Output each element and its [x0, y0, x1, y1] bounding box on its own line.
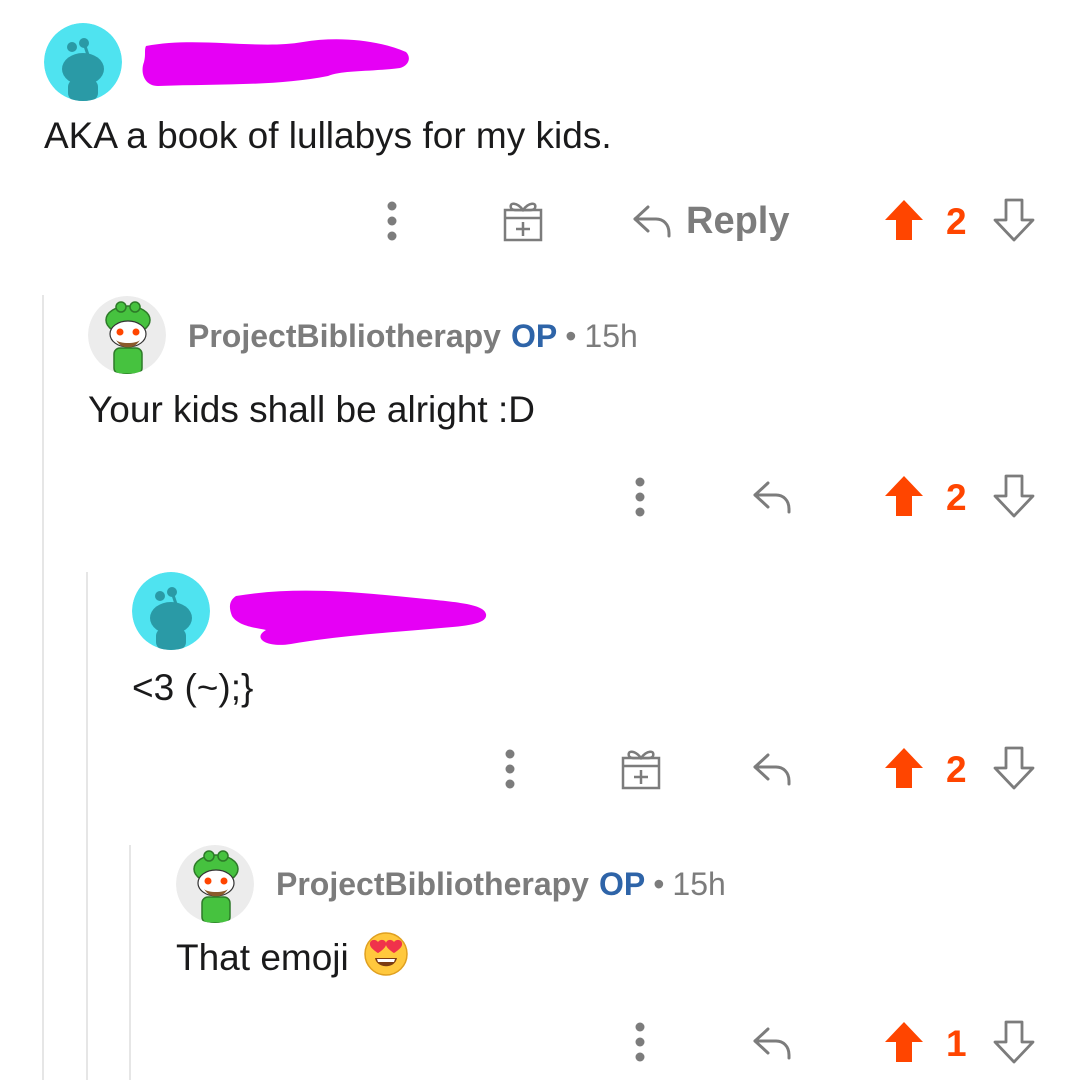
upvote-arrow-icon — [885, 748, 923, 788]
avatar[interactable] — [88, 296, 166, 374]
upvote-button[interactable] — [882, 745, 926, 791]
upvote-arrow-icon — [885, 476, 923, 516]
upvote-arrow-icon — [885, 200, 923, 240]
upvote-button[interactable] — [882, 197, 926, 243]
comment-body: AKA a book of lullabys for my kids. — [44, 115, 612, 156]
reply-arrow-icon — [633, 205, 671, 238]
vertical-dots-icon — [635, 477, 645, 517]
vertical-dots-icon — [505, 749, 515, 789]
thread-line-level-2[interactable] — [86, 572, 88, 1080]
vote-score: 1 — [946, 1023, 967, 1064]
more-options-button[interactable] — [370, 195, 414, 247]
vote-score: 2 — [946, 201, 967, 242]
downvote-button[interactable] — [992, 1019, 1036, 1065]
comment-body: <3 (~);} — [132, 667, 254, 708]
reply-label: Reply — [686, 199, 790, 242]
downvote-arrow-icon — [993, 1020, 1035, 1064]
downvote-button[interactable] — [992, 745, 1036, 791]
redacted-username — [142, 39, 409, 86]
thread-line-level-1[interactable] — [42, 295, 44, 1080]
reply-arrow-icon — [753, 481, 791, 514]
comment-body: That emoji — [176, 937, 349, 978]
more-options-button[interactable] — [618, 1016, 662, 1068]
downvote-arrow-icon — [993, 746, 1035, 790]
vote-score: 2 — [946, 749, 967, 790]
timestamp: 15h — [584, 317, 638, 354]
downvote-button[interactable] — [992, 197, 1036, 243]
comment-meta: ProjectBibliotherapy OP • 15h — [188, 316, 638, 356]
reply-button[interactable]: Reply — [632, 195, 802, 247]
meta-separator: • — [653, 865, 665, 902]
reply-button[interactable] — [750, 1018, 794, 1068]
avatar[interactable] — [176, 845, 254, 923]
op-badge: OP — [510, 317, 558, 354]
award-button[interactable] — [613, 743, 669, 795]
vote-score: 2 — [946, 477, 967, 518]
username-link[interactable]: ProjectBibliotherapy — [188, 318, 501, 355]
username-link[interactable]: ProjectBibliotherapy — [276, 866, 589, 903]
comment-thread: AKA a book of lullabys for my kids. Repl… — [0, 0, 1080, 1091]
gift-icon — [503, 202, 543, 242]
downvote-arrow-icon — [993, 198, 1035, 242]
upvote-button[interactable] — [882, 473, 926, 519]
downvote-button[interactable] — [992, 473, 1036, 519]
comment-meta: ProjectBibliotherapy OP • 15h — [276, 864, 726, 904]
vertical-dots-icon — [635, 1022, 645, 1062]
timestamp: 15h — [672, 865, 726, 902]
upvote-arrow-icon — [885, 1022, 923, 1062]
reply-button[interactable] — [750, 472, 794, 522]
reply-arrow-icon — [753, 753, 791, 786]
more-options-button[interactable] — [488, 743, 532, 795]
thread-line-level-3[interactable] — [129, 845, 131, 1080]
more-options-button[interactable] — [618, 471, 662, 523]
op-badge: OP — [598, 865, 646, 902]
reply-arrow-icon — [753, 1027, 791, 1060]
reply-button[interactable] — [750, 744, 794, 794]
downvote-arrow-icon — [993, 474, 1035, 518]
gift-icon — [621, 750, 661, 790]
award-button[interactable] — [495, 195, 551, 247]
meta-separator: • — [565, 317, 577, 354]
heart-eyes-emoji-icon — [363, 931, 409, 986]
comment-body-row: That emoji — [176, 931, 409, 982]
vertical-dots-icon — [387, 201, 397, 241]
avatar[interactable] — [132, 572, 210, 650]
avatar[interactable] — [44, 23, 122, 101]
upvote-button[interactable] — [882, 1019, 926, 1065]
redacted-username — [229, 590, 487, 645]
comment-body: Your kids shall be alright :D — [88, 389, 535, 430]
